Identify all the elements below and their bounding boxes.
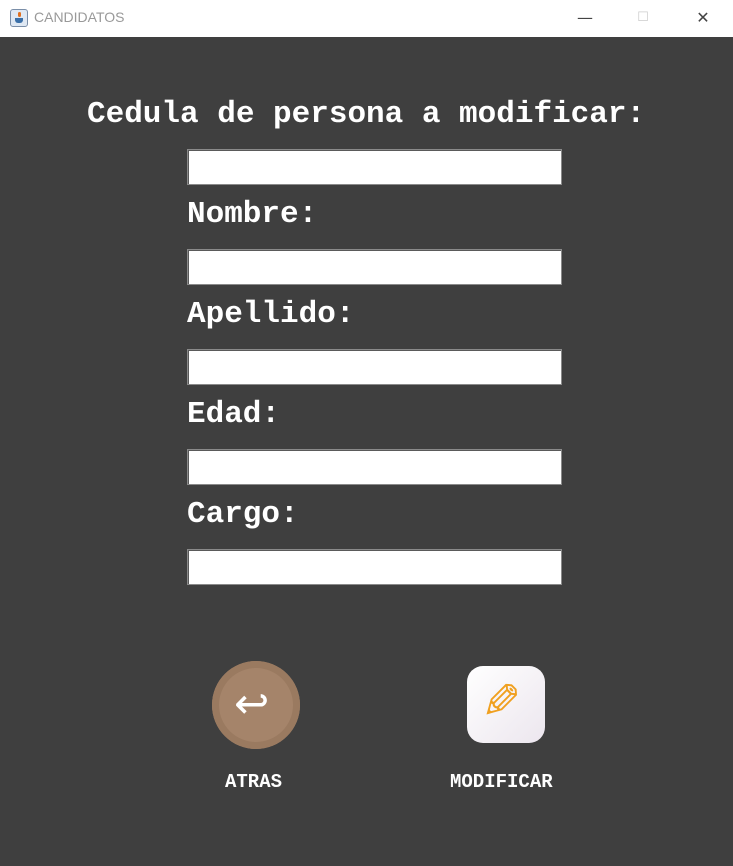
apellido-label: Apellido: [187,297,355,332]
back-arrow-icon: ↩ [234,679,270,728]
modify-label[interactable]: MODIFICAR [450,771,553,793]
cedula-input[interactable] [187,149,562,185]
cargo-input[interactable] [187,549,562,585]
nombre-input[interactable] [187,249,562,285]
pencil-icon: ✎ [481,674,522,730]
minimize-button[interactable]: — [570,6,600,30]
title-bar: CANDIDATOS — ☐ ✕ [0,0,733,37]
edad-input[interactable] [187,449,562,485]
edad-label: Edad: [187,397,281,432]
apellido-input[interactable] [187,349,562,385]
nombre-label: Nombre: [187,197,318,232]
window-title: CANDIDATOS [34,9,125,25]
java-app-icon [10,9,28,27]
maximize-button[interactable]: ☐ [628,6,658,30]
back-button[interactable]: ↩ [212,661,300,749]
cargo-label: Cargo: [187,497,299,532]
modify-button[interactable]: ✎ [467,666,545,743]
close-button[interactable]: ✕ [688,6,718,30]
cedula-label: Cedula de persona a modificar: [87,97,646,132]
back-label[interactable]: ATRAS [225,771,282,793]
